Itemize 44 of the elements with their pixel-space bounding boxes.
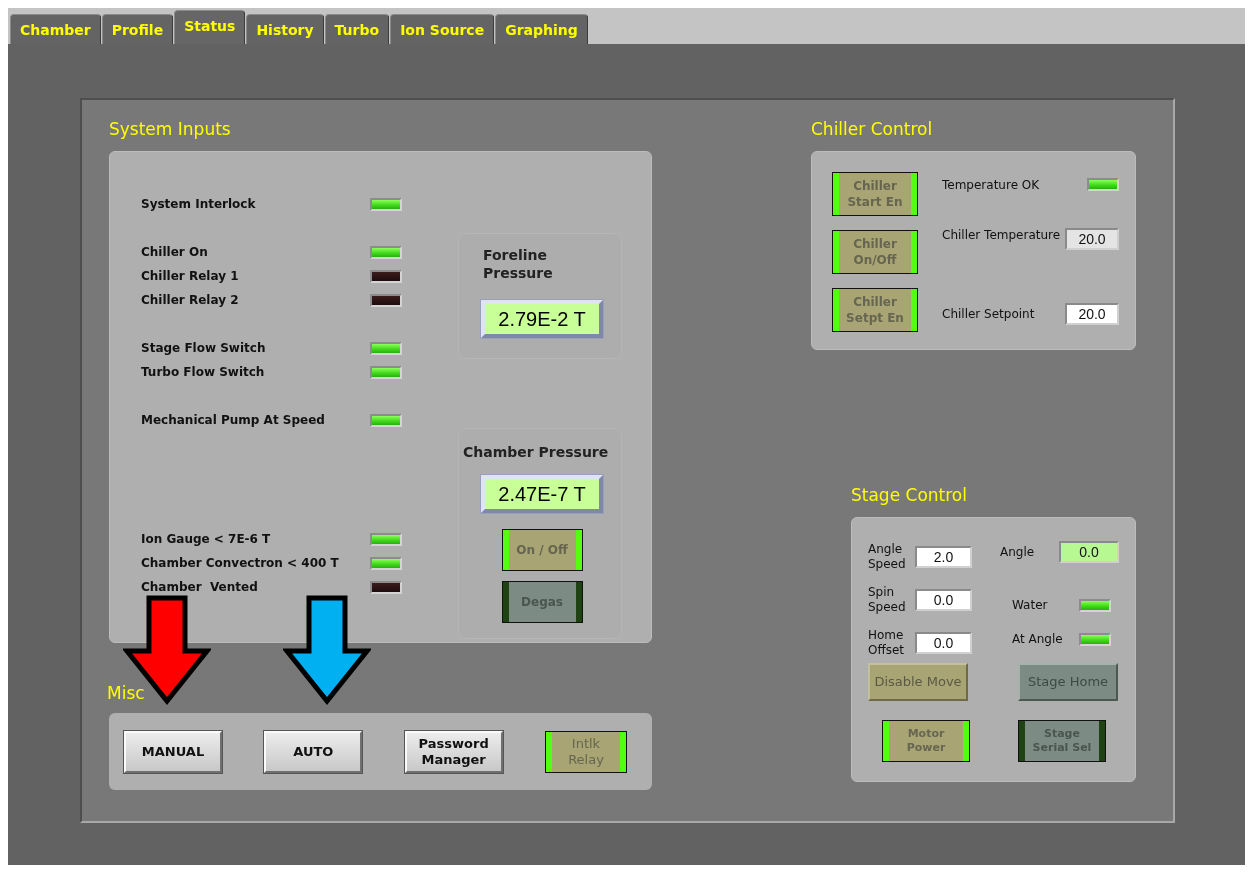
- chiller-label: Chiller Temperature: [942, 228, 1061, 242]
- section-title: Misc: [107, 683, 146, 705]
- indicator-label: Chiller Relay 1: [141, 269, 240, 283]
- section-title: System Inputs: [109, 118, 232, 141]
- tab[interactable]: Status: [174, 10, 246, 44]
- section-title: Chiller Control: [811, 118, 934, 141]
- input-field[interactable]: 2.0: [915, 546, 972, 568]
- angle-display: 0.0: [1059, 541, 1119, 563]
- field-label: Angle Speed: [868, 542, 907, 572]
- tab[interactable]: Chamber: [10, 14, 101, 44]
- indicator-label: Stage Flow Switch: [141, 341, 267, 355]
- indicator-label: Water: [1012, 598, 1048, 612]
- tab[interactable]: History: [246, 14, 324, 44]
- indicator-label: At Angle: [1012, 632, 1063, 646]
- chiller-label: Temperature OK: [942, 178, 1040, 192]
- indicator-label: System Interlock: [141, 197, 257, 211]
- indicator-label: Chiller Relay 2: [141, 293, 240, 307]
- field-label: Spin Speed: [868, 585, 907, 615]
- indicator-label: Chamber Convectron < 400 T: [141, 556, 340, 570]
- field-label: Home Offset: [868, 628, 906, 658]
- input-field[interactable]: 0.0: [915, 589, 972, 611]
- action-button[interactable]: Disable Move: [868, 663, 968, 701]
- indicator-label: Chiller On: [141, 245, 209, 259]
- tab[interactable]: Graphing: [495, 14, 588, 44]
- tab[interactable]: Profile: [101, 14, 174, 44]
- temperature-display: 20.0: [1065, 228, 1119, 250]
- indicator-label: Chamber Vented: [141, 580, 259, 594]
- gauge-label: Chamber Pressure: [463, 443, 609, 461]
- indicator-label: Ion Gauge < 7E-6 T: [141, 532, 272, 546]
- pressure-reading: 2.79E-2 T: [481, 300, 603, 338]
- angle-label: Angle: [1000, 545, 1035, 559]
- gauge-label: Foreline Pressure: [483, 246, 554, 282]
- mode-button[interactable]: MANUAL: [124, 730, 222, 773]
- pressure-reading: 2.47E-7 T: [481, 475, 603, 513]
- mode-button[interactable]: AUTO: [264, 730, 363, 773]
- indicator-label: Mechanical Pump At Speed: [141, 413, 326, 427]
- setpoint-field[interactable]: 20.0: [1065, 303, 1119, 325]
- mode-button[interactable]: Password Manager: [404, 730, 503, 773]
- tab[interactable]: Turbo: [324, 14, 390, 44]
- input-field[interactable]: 0.0: [915, 632, 972, 654]
- indicator-label: Turbo Flow Switch: [141, 365, 266, 379]
- tab[interactable]: Ion Source: [390, 14, 495, 44]
- section-title: Stage Control: [851, 484, 968, 507]
- chiller-label: Chiller Setpoint: [942, 307, 1035, 321]
